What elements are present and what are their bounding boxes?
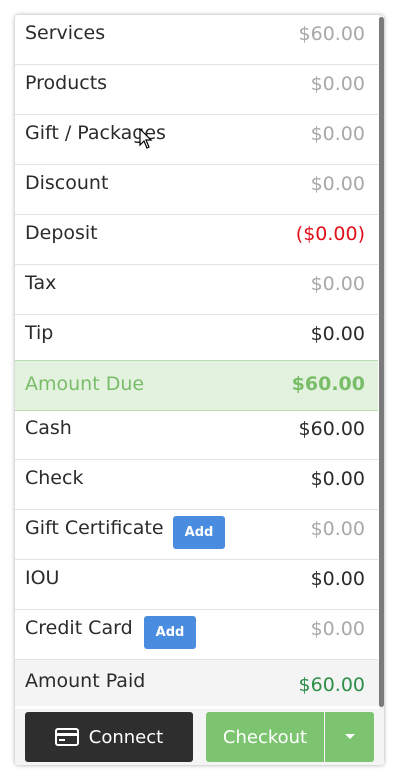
checkout-label: Checkout xyxy=(222,726,308,748)
summary-row-discount: Discount $0.00 xyxy=(15,165,378,215)
row-value: $60.00 xyxy=(298,23,365,45)
amount-due-row: Amount Due $60.00 xyxy=(15,360,378,411)
credit-card-icon xyxy=(54,728,79,746)
row-value: $0.00 xyxy=(310,273,365,295)
summary-row-tip[interactable]: Tip $0.00 xyxy=(15,315,378,365)
summary-row-deposit: Deposit ($0.00) xyxy=(15,215,378,265)
caret-down-icon xyxy=(344,734,355,739)
footer-actions: Connect Checkout xyxy=(15,709,384,765)
row-label: Tip xyxy=(25,322,54,344)
checkout-summary-panel: Services $60.00 Products $0.00 Gift / Pa… xyxy=(15,15,384,765)
row-value: $0.00 xyxy=(310,323,365,345)
row-value: $0.00 xyxy=(310,173,365,195)
amount-paid-label: Amount Paid xyxy=(25,670,146,692)
row-label: Deposit xyxy=(25,222,98,244)
scrollbar-thumb[interactable] xyxy=(379,17,384,707)
payment-row-gift-certificate: Gift Certificate Add $0.00 xyxy=(15,510,378,560)
row-value: $0.00 xyxy=(310,518,365,540)
payment-row-iou[interactable]: IOU $0.00 xyxy=(15,560,378,610)
mouse-cursor-icon xyxy=(139,128,153,149)
payment-row-check[interactable]: Check $0.00 xyxy=(15,460,378,510)
connect-label: Connect xyxy=(88,726,164,748)
payment-row-credit-card: Credit Card Add $0.00 xyxy=(15,610,378,660)
summary-row-products: Products $0.00 xyxy=(15,65,378,115)
amount-due-label: Amount Due xyxy=(25,373,145,395)
row-label: Cash xyxy=(25,417,72,439)
row-label: Check xyxy=(25,467,84,489)
row-value: $0.00 xyxy=(310,468,365,490)
amount-paid-value: $60.00 xyxy=(298,674,365,696)
row-value: $0.00 xyxy=(310,73,365,95)
row-label: Gift Certificate xyxy=(25,517,164,539)
row-label: Products xyxy=(25,72,108,94)
summary-row-tax: Tax $0.00 xyxy=(15,265,378,315)
row-value: $0.00 xyxy=(310,618,365,640)
row-label: Tax xyxy=(25,272,57,294)
summary-row-services: Services $60.00 xyxy=(15,15,378,65)
amount-due-value: $60.00 xyxy=(291,373,365,395)
scrollbar-track[interactable] xyxy=(379,15,384,715)
summary-row-gift-packages: Gift / Packages $0.00 xyxy=(15,115,378,165)
row-label: Services xyxy=(25,22,106,44)
row-label: Discount xyxy=(25,172,109,194)
row-value: $0.00 xyxy=(310,568,365,590)
row-value: $60.00 xyxy=(298,418,365,440)
add-gift-certificate-button[interactable]: Add xyxy=(173,516,225,549)
row-label: IOU xyxy=(25,567,60,589)
add-credit-card-button[interactable]: Add xyxy=(144,616,196,649)
checkout-button[interactable]: Checkout xyxy=(206,712,324,762)
row-label: Credit Card xyxy=(25,617,133,639)
checkout-menu-button[interactable] xyxy=(325,712,374,762)
row-value: $0.00 xyxy=(310,123,365,145)
row-value: ($0.00) xyxy=(295,223,365,245)
connect-button[interactable]: Connect xyxy=(25,712,193,762)
payment-row-cash[interactable]: Cash $60.00 xyxy=(15,410,378,460)
amount-paid-row: Amount Paid $60.00 xyxy=(15,660,384,706)
